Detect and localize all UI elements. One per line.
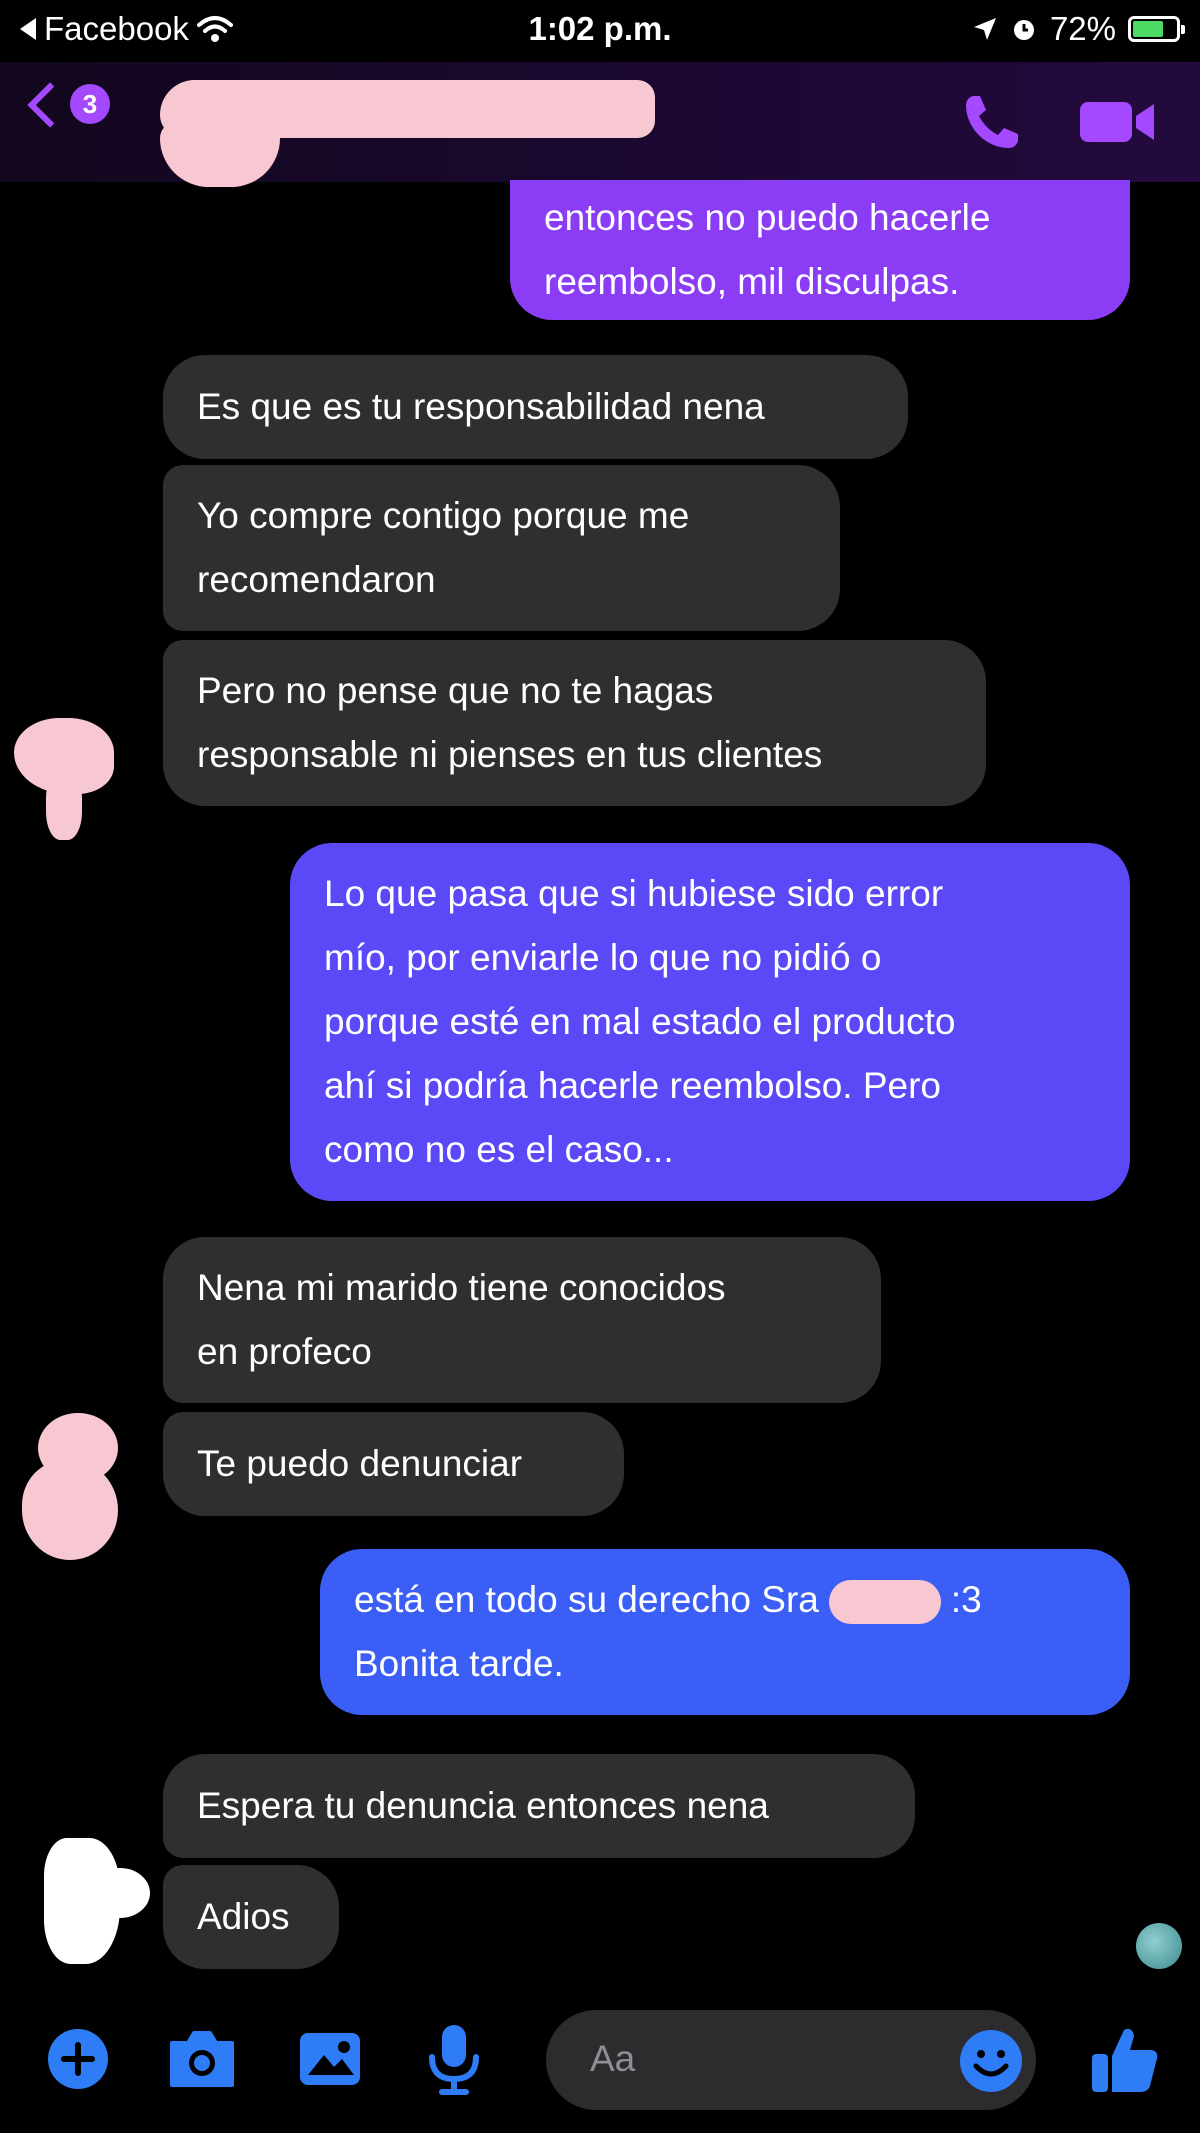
location-arrow-icon [973, 18, 996, 40]
message-line: como no es el caso... [324, 1129, 674, 1170]
thumbs-up-icon[interactable] [1088, 2022, 1162, 2096]
message-incoming[interactable]: Yo compre contigo porque me recomendaron [163, 465, 840, 631]
message-line: Pero no pense que no te hagas [197, 670, 714, 711]
message-line: entonces no puedo hacerle [544, 197, 991, 238]
message-line: Lo que pasa que si hubiese sido error [324, 873, 944, 914]
battery-fill [1133, 21, 1163, 37]
message-line: responsable ni pienses en tus clientes [197, 734, 823, 775]
phone-icon[interactable] [960, 92, 1022, 154]
message-outgoing[interactable]: Lo que pasa que si hubiese sido error mí… [290, 843, 1130, 1201]
message-outgoing[interactable]: entonces no puedo hacerle reembolso, mil… [510, 180, 1130, 320]
camera-icon[interactable] [166, 2027, 238, 2091]
message-text: está en todo su derecho Sra [354, 1579, 819, 1620]
message-line: Te puedo denunciar [197, 1443, 523, 1484]
message-line: Es que es tu responsabilidad nena [197, 386, 765, 427]
battery-percent: 72% [1049, 10, 1116, 47]
video-camera-icon[interactable] [1078, 96, 1158, 148]
message-line: Nena mi marido tiene conocidos [197, 1267, 726, 1308]
message-input[interactable]: Aa [546, 2010, 1036, 2110]
message-input-placeholder: Aa [590, 2038, 636, 2079]
battery-icon [1128, 16, 1185, 42]
redacted-sender-avatar [22, 1460, 118, 1560]
message-outgoing[interactable]: está en todo su derecho Sra :3 Bonita tar… [320, 1549, 1130, 1715]
redacted-sender-avatar [90, 1868, 150, 1918]
message-line: mío, por enviarle lo que no pidió o [324, 937, 882, 978]
status-bar: Facebook 1:02 p.m. 72% [0, 0, 1200, 62]
message-line: porque esté en mal estado el producto [324, 1001, 956, 1042]
message-emoticon: :3 [950, 1579, 982, 1620]
message-line: Bonita tarde. [354, 1643, 564, 1684]
redacted-sender-avatar [46, 770, 82, 840]
message-line: Espera tu denuncia entonces nena [197, 1785, 769, 1826]
unread-count-badge: 3 [70, 84, 110, 124]
message-line: Yo compre contigo porque me [197, 495, 690, 536]
plus-icon[interactable] [46, 2027, 110, 2091]
emoji-icon[interactable] [958, 2028, 1024, 2094]
back-button[interactable]: 3 [27, 82, 110, 128]
redacted-name [828, 1580, 941, 1625]
message-line: ahí si podría hacerle reembolso. Pero [324, 1065, 942, 1106]
seen-indicator-avatar [1136, 1923, 1182, 1969]
message-line: reembolso, mil disculpas. [544, 261, 960, 302]
message-incoming[interactable]: Espera tu denuncia entonces nena [163, 1754, 915, 1858]
back-chevron-icon [27, 82, 73, 128]
message-line: recomendaron [197, 559, 436, 600]
conversation-header: 3 [0, 62, 1200, 187]
image-icon[interactable] [296, 2027, 364, 2091]
alarm-icon [1013, 20, 1034, 40]
message-incoming[interactable]: Adios [163, 1865, 339, 1969]
message-incoming[interactable]: Es que es tu responsabilidad nena [163, 355, 908, 459]
message-line: en profeco [197, 1331, 372, 1372]
message-incoming[interactable]: Pero no pense que no te hagas responsabl… [163, 640, 986, 806]
message-line: Adios [197, 1896, 290, 1937]
message-incoming[interactable]: Nena mi marido tiene conocidos en profec… [163, 1237, 881, 1403]
message-line: está en todo su derecho Sra :3 [354, 1568, 1096, 1632]
message-incoming[interactable]: Te puedo denunciar [163, 1412, 624, 1516]
microphone-icon[interactable] [426, 2021, 482, 2097]
redacted-contact-name[interactable] [160, 80, 655, 138]
